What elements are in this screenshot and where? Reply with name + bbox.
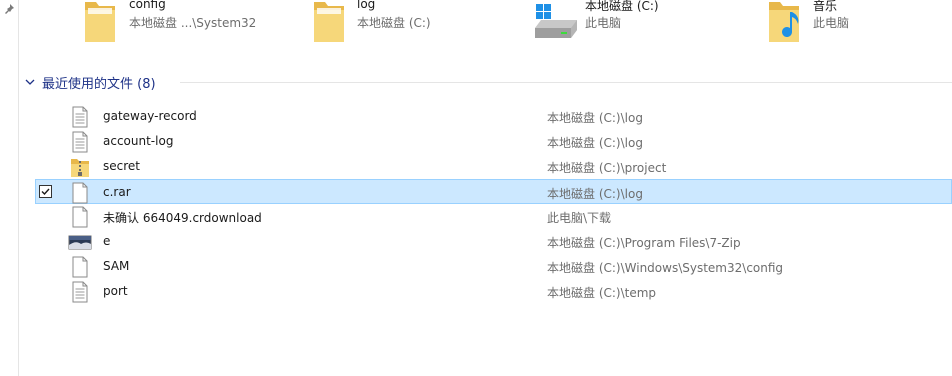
quick-access-path: 本地磁盘 (C:) [357, 16, 431, 30]
zip-folder-icon [71, 159, 89, 177]
file-location: 本地磁盘 (C:)\Program Files\7-Zip [547, 236, 741, 250]
folder-icon [85, 2, 115, 42]
text-file-icon [72, 131, 88, 153]
list-item-selected[interactable]: c.rar 本地磁盘 (C:)\log [35, 179, 952, 204]
blank-file-icon [72, 206, 88, 228]
quick-access-name: log [357, 0, 376, 11]
quick-access-item-drive-c[interactable]: 本地磁盘 (C:) 此电脑 [533, 0, 733, 50]
file-location: 本地磁盘 (C:)\log [547, 136, 643, 150]
file-name: e [103, 234, 111, 248]
selection-checkbox[interactable] [39, 185, 52, 198]
file-name: 未确认 664049.crdownload [103, 211, 262, 225]
drive-icon [535, 4, 577, 38]
navigation-pane-edge [0, 0, 19, 376]
chevron-down-icon[interactable] [24, 76, 36, 88]
quick-access-item-log[interactable]: log 本地磁盘 (C:) [311, 0, 491, 50]
recent-files-header[interactable]: 最近使用的文件 (8) [24, 72, 156, 92]
blank-file-icon [72, 256, 88, 278]
quick-access-path: 本地磁盘 ...\System32 [129, 16, 257, 30]
file-name: gateway-record [103, 109, 197, 123]
quick-access-name: 本地磁盘 (C:) [585, 0, 659, 13]
file-name: secret [103, 159, 140, 173]
section-title: 最近使用的文件 (8) [42, 76, 156, 92]
folder-icon [314, 2, 344, 42]
list-item[interactable]: account-log 本地磁盘 (C:)\log [36, 129, 952, 154]
file-location: 本地磁盘 (C:)\temp [547, 286, 657, 300]
quick-access-name: config [129, 0, 166, 11]
text-file-icon [72, 106, 88, 128]
section-divider [180, 82, 952, 83]
recent-files-list: gateway-record 本地磁盘 (C:)\log account-log… [35, 104, 952, 304]
file-name: port [103, 284, 128, 298]
quick-access-name: 音乐 [813, 0, 838, 13]
file-location: 本地磁盘 (C:)\Windows\System32\config [547, 261, 784, 275]
file-name: account-log [103, 134, 174, 148]
quick-access-path: 此电脑 [585, 16, 622, 30]
blank-file-icon [72, 182, 88, 204]
file-name: c.rar [103, 185, 131, 199]
list-item[interactable]: gateway-record 本地磁盘 (C:)\log [36, 104, 952, 129]
file-location: 本地磁盘 (C:)\project [547, 161, 667, 175]
list-item[interactable]: 未确认 664049.crdownload 此电脑\下载 [36, 204, 952, 229]
file-explorer-quick-access-view: config 本地磁盘 ...\System32 log 本地磁盘 (C:) 本… [0, 0, 952, 376]
image-file-icon [68, 235, 92, 250]
file-location: 此电脑\下载 [547, 211, 612, 225]
checkmark-icon [41, 188, 50, 196]
quick-access-item-config[interactable]: config 本地磁盘 ...\System32 [82, 0, 282, 50]
file-location: 本地磁盘 (C:)\log [547, 111, 643, 125]
list-item[interactable]: SAM 本地磁盘 (C:)\Windows\System32\config [36, 254, 952, 279]
list-item[interactable]: e 本地磁盘 (C:)\Program Files\7-Zip [36, 229, 952, 254]
quick-access-item-music[interactable]: 音乐 此电脑 [766, 0, 952, 50]
file-location: 本地磁盘 (C:)\log [547, 187, 643, 201]
file-name: SAM [103, 259, 130, 273]
music-folder-icon [769, 2, 799, 42]
text-file-icon [72, 281, 88, 303]
quick-access-path: 此电脑 [813, 16, 850, 30]
list-item[interactable]: secret 本地磁盘 (C:)\project [36, 154, 952, 179]
list-item[interactable]: port 本地磁盘 (C:)\temp [36, 279, 952, 304]
pin-icon[interactable] [3, 3, 15, 15]
